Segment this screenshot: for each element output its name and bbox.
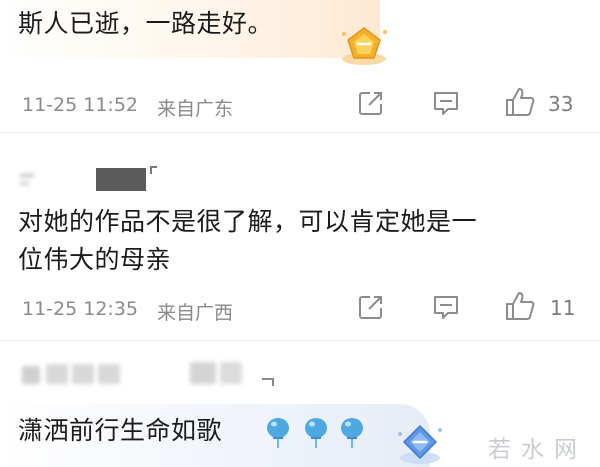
comment-time: 11-25 12:35: [22, 298, 139, 320]
badge-icon: [342, 27, 387, 65]
like-count: 33: [548, 92, 574, 116]
like-icon[interactable]: [504, 290, 536, 322]
watermark: 若水网: [488, 437, 587, 463]
balloon-icon: [305, 418, 327, 448]
username-mark: [262, 378, 274, 386]
badge-icon: [398, 424, 442, 464]
avatar: [20, 174, 34, 177]
comment-text: 潇洒前行生命如歌: [18, 416, 223, 445]
username-blur: [72, 364, 94, 384]
comment-text-line-1: 对她的作品不是很了解，可以肯定她是一: [18, 207, 478, 236]
username-blur: [46, 364, 68, 384]
balloon-icon: [341, 418, 363, 448]
comment-2: 对她的作品不是很了解，可以肯定她是一 位伟大的母亲 11-25 12:35 来自…: [0, 132, 600, 340]
avatar: [22, 366, 40, 384]
username-blur: [98, 364, 120, 384]
comment-location: 来自广东: [157, 98, 234, 120]
balloon-icon: [267, 418, 289, 448]
username-blur: [190, 362, 216, 384]
comment-text: 斯人已逝，一路走好。: [18, 9, 274, 38]
like-icon[interactable]: [504, 86, 536, 118]
comment-text-line-2: 位伟大的母亲: [18, 245, 172, 274]
avatar-fragment: [20, 182, 30, 185]
like-count: 11: [550, 296, 576, 320]
share-icon[interactable]: [358, 90, 384, 116]
comment-location: 来自广西: [157, 302, 234, 324]
username[interactable]: [96, 168, 146, 191]
comment-1: 斯人已逝，一路走好。 11-25 11:52 来自广东 33: [0, 0, 600, 132]
comment-icon[interactable]: [432, 294, 460, 320]
share-icon[interactable]: [358, 294, 384, 320]
username-blur: [220, 362, 242, 384]
username-mark: [150, 166, 152, 174]
comment-icon[interactable]: [432, 90, 460, 116]
comment-time: 11-25 11:52: [22, 94, 139, 116]
